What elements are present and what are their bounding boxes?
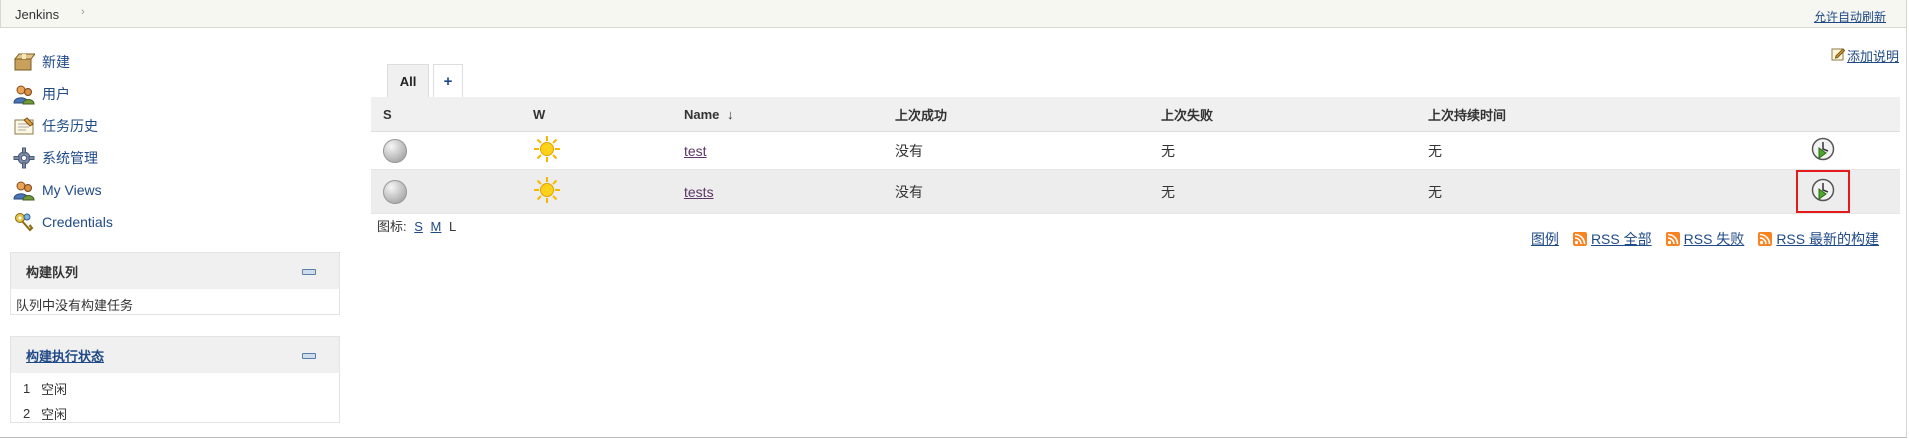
schedule-build-icon[interactable] xyxy=(1810,136,1836,162)
executor-status: 空闲 xyxy=(41,407,68,422)
last-success-cell: 没有 xyxy=(883,169,1149,214)
last-failure-cell: 无 xyxy=(1149,169,1416,214)
keys-icon xyxy=(12,210,36,234)
build-queue-header: 构建队列 xyxy=(11,253,339,289)
header-weather[interactable]: W xyxy=(521,97,672,132)
executor-row: 2 空闲 xyxy=(11,401,339,426)
rss-icon xyxy=(1572,232,1587,246)
task-people-label[interactable]: 用户 xyxy=(42,84,70,104)
header-last-duration[interactable]: 上次持续时间 xyxy=(1416,97,1798,132)
status-ball-grey-icon[interactable] xyxy=(383,179,407,204)
build-queue-title: 构建队列 xyxy=(26,264,79,280)
task-people[interactable]: 用户 xyxy=(12,78,342,110)
breadcrumb: Jenkins › 允许自动刷新 xyxy=(0,0,1907,28)
task-credentials[interactable]: Credentials xyxy=(12,206,342,238)
task-new-item-label[interactable]: 新建 xyxy=(42,52,70,72)
task-my-views[interactable]: My Views xyxy=(12,174,342,206)
executor-number: 2 xyxy=(23,406,31,421)
rss-latest[interactable]: RSS 最新的构建 xyxy=(1758,229,1879,249)
weather-sunny-icon[interactable] xyxy=(533,136,561,166)
sort-arrow-icon: ↓ xyxy=(727,106,734,122)
last-duration-cell: 无 xyxy=(1416,169,1798,214)
rss-failed-link[interactable]: RSS 失败 xyxy=(1684,229,1745,249)
gear-icon xyxy=(12,146,36,170)
schedule-build-icon[interactable] xyxy=(1810,177,1836,203)
add-description-link[interactable]: 添加说明 xyxy=(1847,46,1899,65)
collapse-icon[interactable] xyxy=(302,269,316,275)
icon-size-large-current: L xyxy=(449,219,457,234)
task-manage-jenkins-label[interactable]: 系统管理 xyxy=(42,148,98,168)
icon-size-small-link[interactable]: S xyxy=(414,219,423,234)
tab-all[interactable]: All xyxy=(387,64,429,97)
breadcrumb-separator-icon[interactable]: › xyxy=(81,6,85,18)
status-ball-grey-icon[interactable] xyxy=(383,138,407,163)
people-icon xyxy=(12,178,36,202)
header-last-success[interactable]: 上次成功 xyxy=(883,97,1149,132)
build-queue-empty-text: 队列中没有构建任务 xyxy=(16,298,134,313)
weather-sunny-icon[interactable] xyxy=(533,177,561,207)
header-actions xyxy=(1798,97,1900,132)
legend-link[interactable]: 图例 xyxy=(1531,229,1559,249)
header-name-label: Name xyxy=(684,106,720,122)
collapse-icon[interactable] xyxy=(302,353,316,359)
notepad-icon xyxy=(12,114,36,138)
icon-size-medium-link[interactable]: M xyxy=(431,219,442,234)
new-item-icon xyxy=(12,50,36,74)
job-link[interactable]: tests xyxy=(684,184,714,200)
rss-icon xyxy=(1665,232,1680,246)
enable-autorefresh-link[interactable]: 允许自动刷新 xyxy=(1814,8,1886,25)
rss-bar: 图例 RSS 全部 RSS 失败 RSS 最新的构建 xyxy=(1531,229,1879,249)
executors-header: 构建执行状态 xyxy=(11,337,339,373)
breadcrumb-jenkins-link[interactable]: Jenkins xyxy=(15,7,59,22)
executor-number: 1 xyxy=(23,381,31,396)
table-row: tests 没有 无 无 xyxy=(371,169,1900,214)
add-description[interactable]: 添加说明 xyxy=(1831,46,1899,65)
rss-icon xyxy=(1758,232,1773,246)
executor-row: 1 空闲 xyxy=(11,376,339,401)
header-last-failure[interactable]: 上次失败 xyxy=(1149,97,1416,132)
table-row: test 没有 无 无 xyxy=(371,131,1900,170)
last-failure-cell: 无 xyxy=(1149,131,1416,170)
executor-status: 空闲 xyxy=(41,382,68,397)
table-header-row: S W Name ↓ 上次成功 上次失败 上次持续时间 xyxy=(371,97,1900,132)
icon-size-label: 图标: xyxy=(377,219,407,234)
rss-all[interactable]: RSS 全部 xyxy=(1572,229,1652,249)
executors-pane: 构建执行状态 1 空闲 2 空闲 xyxy=(10,336,340,423)
task-new-item[interactable]: 新建 xyxy=(12,46,342,78)
new-view-tab[interactable]: + xyxy=(433,64,463,97)
rss-latest-link[interactable]: RSS 最新的构建 xyxy=(1776,229,1879,249)
edit-icon xyxy=(1831,47,1846,64)
schedule-build-highlight xyxy=(1796,170,1850,213)
task-manage-jenkins[interactable]: 系统管理 xyxy=(12,142,342,174)
people-icon xyxy=(12,82,36,106)
build-queue-pane: 构建队列 队列中没有构建任务 xyxy=(10,252,340,315)
header-status[interactable]: S xyxy=(371,97,521,132)
task-my-views-label[interactable]: My Views xyxy=(42,182,102,198)
executors-title-link[interactable]: 构建执行状态 xyxy=(26,346,104,365)
schedule-build-wrapper xyxy=(1810,137,1836,165)
projects-table: S W Name ↓ 上次成功 上次失败 上次持续时间 test 没有 无 无 xyxy=(371,97,1900,214)
rss-failed[interactable]: RSS 失败 xyxy=(1665,229,1745,249)
icon-size-selector: 图标: S M L xyxy=(377,216,456,235)
last-duration-cell: 无 xyxy=(1416,131,1798,170)
side-tasks: 新建 用户 任务历史 系统管理 My Views Credentials xyxy=(12,46,342,238)
task-credentials-label[interactable]: Credentials xyxy=(42,214,113,230)
task-build-history[interactable]: 任务历史 xyxy=(12,110,342,142)
rss-all-link[interactable]: RSS 全部 xyxy=(1591,229,1652,249)
last-success-cell: 没有 xyxy=(883,131,1149,170)
view-tabs: All + xyxy=(387,64,467,98)
header-name[interactable]: Name ↓ xyxy=(672,97,883,132)
task-build-history-label[interactable]: 任务历史 xyxy=(42,116,98,136)
job-link[interactable]: test xyxy=(684,143,707,159)
